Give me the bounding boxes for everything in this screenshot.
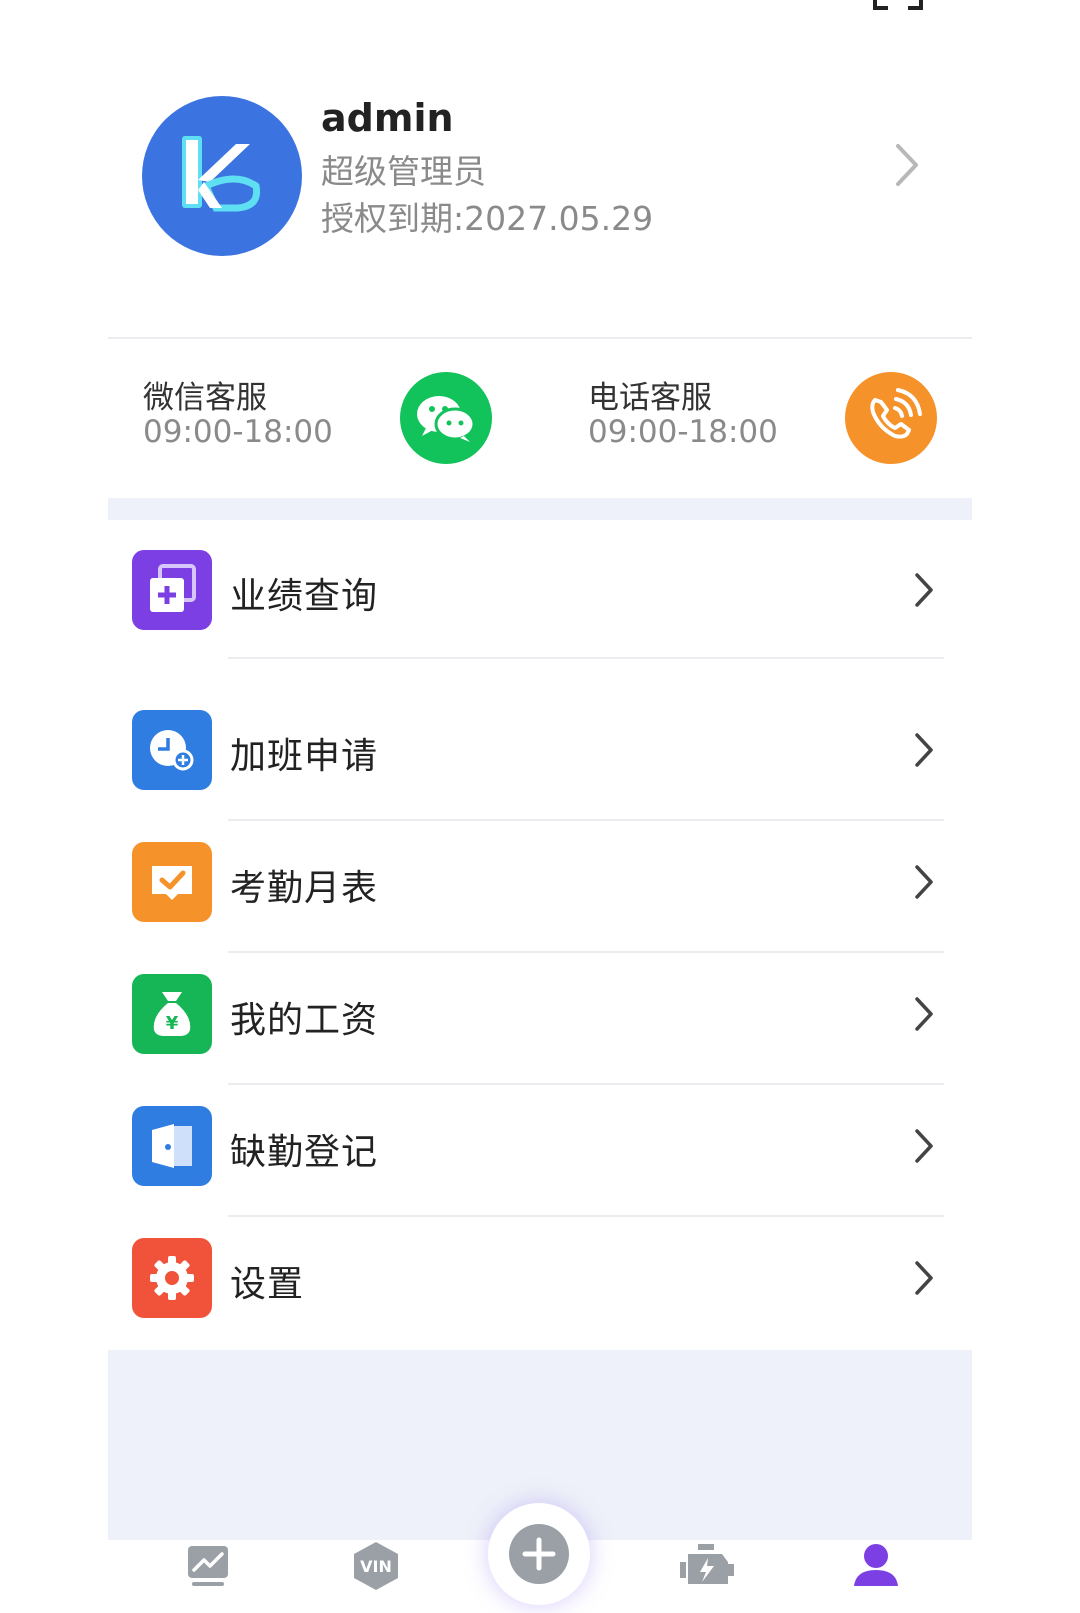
menu-item-my-salary[interactable]: ¥ 我的工资 bbox=[108, 966, 972, 1070]
engine-icon bbox=[680, 1544, 734, 1584]
menu-item-label: 设置 bbox=[230, 1264, 305, 1305]
menu-separator bbox=[228, 951, 944, 953]
menu-item-settings[interactable]: 设置 bbox=[108, 1230, 972, 1334]
money-bag-icon: ¥ bbox=[132, 974, 212, 1054]
menu-item-label: 业绩查询 bbox=[230, 576, 379, 617]
menu-separator bbox=[228, 657, 944, 659]
avatar bbox=[142, 96, 302, 256]
chevron-right-icon bbox=[892, 140, 922, 190]
add-button[interactable] bbox=[488, 1503, 590, 1605]
phone-service-button[interactable] bbox=[845, 372, 937, 464]
section-gap bbox=[108, 498, 972, 520]
menu-separator bbox=[228, 1083, 944, 1085]
wechat-service-title: 微信客服 bbox=[143, 380, 267, 416]
phone-service-hours: 09:00-18:00 bbox=[588, 414, 778, 450]
menu-item-performance-query[interactable]: 业绩查询 bbox=[108, 542, 972, 646]
wechat-icon bbox=[417, 396, 476, 442]
tab-engine[interactable] bbox=[676, 1540, 736, 1600]
menu-item-absence-registration[interactable]: 缺勤登记 bbox=[108, 1098, 972, 1202]
vin-text: VIN bbox=[360, 1557, 392, 1576]
user-profile-icon bbox=[854, 1544, 898, 1586]
performance-query-icon bbox=[132, 550, 212, 630]
chevron-right-icon bbox=[912, 1258, 936, 1298]
wechat-service-hours: 09:00-18:00 bbox=[143, 414, 333, 450]
vin-badge-icon: VIN bbox=[354, 1542, 398, 1590]
divider bbox=[108, 337, 972, 339]
tab-profile[interactable] bbox=[846, 1540, 906, 1600]
menu-separator bbox=[228, 819, 944, 821]
chevron-right-icon bbox=[912, 570, 936, 610]
menu-item-label: 缺勤登记 bbox=[230, 1132, 379, 1173]
door-icon bbox=[132, 1106, 212, 1186]
username: admin bbox=[321, 96, 454, 140]
wechat-service-button[interactable] bbox=[400, 372, 492, 464]
menu-item-label: 考勤月表 bbox=[230, 868, 379, 909]
tab-vin[interactable]: VIN bbox=[346, 1540, 406, 1600]
k-logo-icon bbox=[182, 136, 261, 212]
menu-separator bbox=[228, 1215, 944, 1217]
overtime-clock-icon bbox=[132, 710, 212, 790]
menu-item-overtime-request[interactable]: 加班申请 bbox=[108, 702, 972, 806]
chevron-right-icon bbox=[912, 994, 936, 1034]
menu-item-label: 加班申请 bbox=[230, 736, 379, 777]
tab-statistics[interactable] bbox=[178, 1540, 238, 1600]
attendance-check-icon bbox=[132, 842, 212, 922]
license-expiry: 授权到期:2027.05.29 bbox=[321, 199, 654, 238]
svg-text:¥: ¥ bbox=[166, 1013, 179, 1034]
gear-icon bbox=[132, 1238, 212, 1318]
chevron-right-icon bbox=[912, 730, 936, 770]
chevron-right-icon bbox=[912, 1126, 936, 1166]
chevron-right-icon bbox=[912, 862, 936, 902]
user-role: 超级管理员 bbox=[321, 152, 486, 191]
add-icon bbox=[509, 1524, 569, 1584]
menu-item-label: 我的工资 bbox=[230, 1000, 379, 1041]
phone-icon bbox=[870, 388, 922, 439]
phone-service-title: 电话客服 bbox=[588, 380, 712, 416]
menu-item-attendance-monthly[interactable]: 考勤月表 bbox=[108, 834, 972, 938]
profile-header[interactable]: admin 超级管理员 授权到期:2027.05.29 bbox=[0, 0, 1080, 330]
stats-chart-icon bbox=[188, 1546, 228, 1586]
